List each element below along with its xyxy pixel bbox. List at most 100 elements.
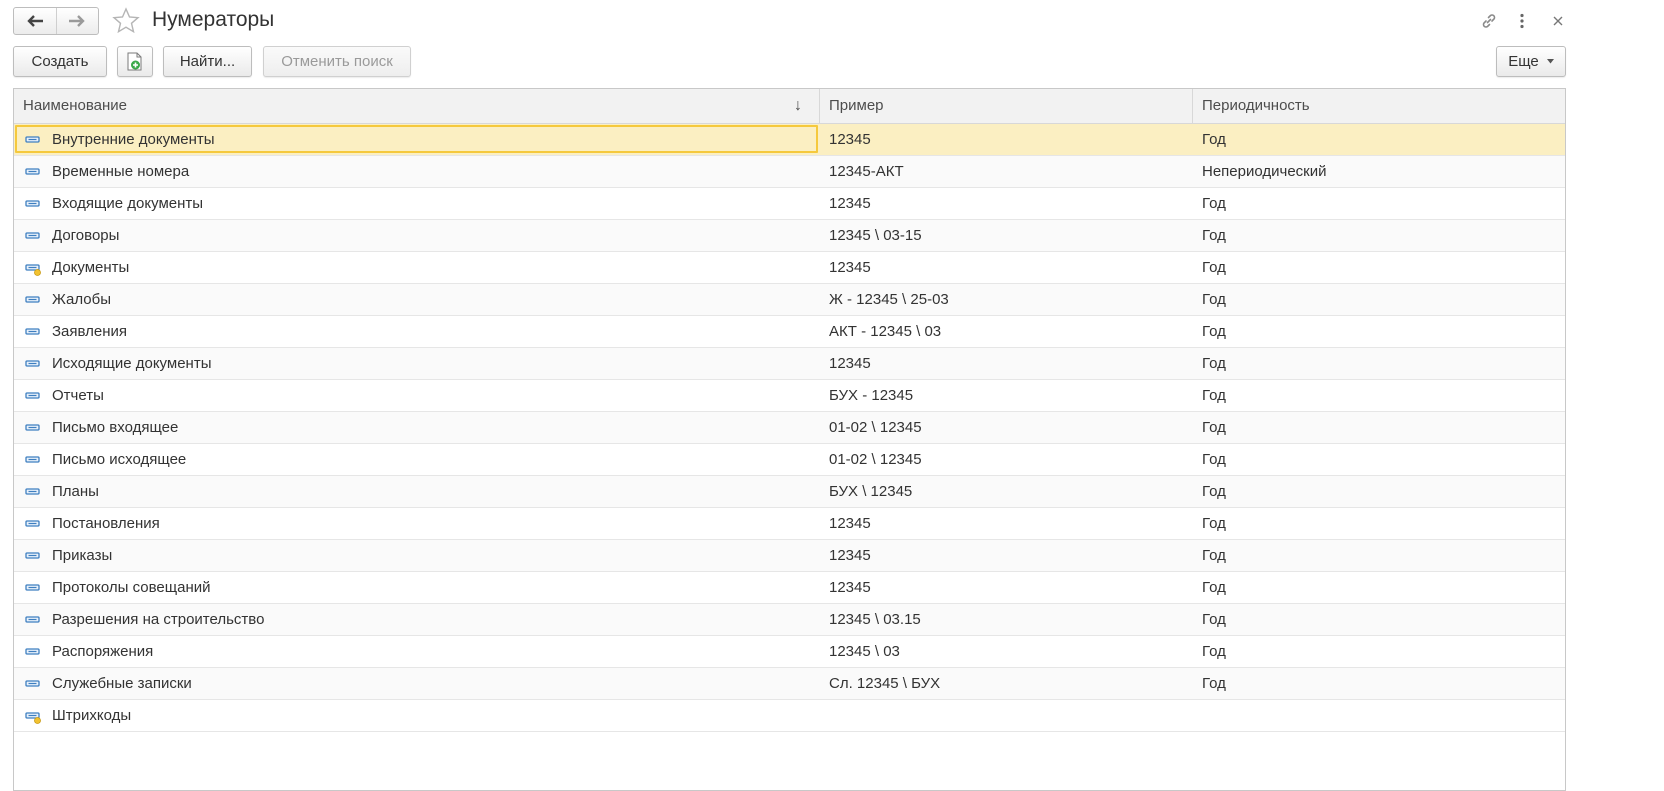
- row-name-cell[interactable]: Штрихкоды: [52, 700, 131, 731]
- element-icon: [25, 328, 40, 335]
- row-period-cell[interactable]: Год: [1202, 252, 1226, 283]
- row-name-cell[interactable]: Внутренние документы: [52, 124, 215, 155]
- row-name-cell[interactable]: Договоры: [52, 220, 119, 251]
- row-name-cell[interactable]: Документы: [52, 252, 129, 283]
- column-header-name[interactable]: Наименование: [23, 89, 127, 123]
- element-icon: [25, 488, 40, 495]
- row-period-cell[interactable]: Год: [1202, 604, 1226, 635]
- table-row[interactable]: Заявления АКТ - 12345 \ 03 Год: [14, 316, 1565, 348]
- row-example-cell[interactable]: 12345 \ 03: [829, 636, 900, 667]
- row-example-cell[interactable]: 12345-АКТ: [829, 156, 904, 187]
- row-name-cell[interactable]: Разрешения на строительство: [52, 604, 264, 635]
- row-example-cell[interactable]: 12345: [829, 572, 871, 603]
- link-icon[interactable]: [1478, 10, 1500, 32]
- row-name-cell[interactable]: Планы: [52, 476, 99, 507]
- more-vertical-icon[interactable]: [1511, 10, 1533, 32]
- row-period-cell[interactable]: Год: [1202, 380, 1226, 411]
- element-icon: [25, 552, 40, 559]
- row-example-cell[interactable]: 12345: [829, 252, 871, 283]
- row-example-cell[interactable]: 12345 \ 03-15: [829, 220, 922, 251]
- row-example-cell[interactable]: Сл. 12345 \ БУХ: [829, 668, 940, 699]
- row-name-cell[interactable]: Распоряжения: [52, 636, 153, 667]
- row-period-cell[interactable]: Год: [1202, 188, 1226, 219]
- row-period-cell[interactable]: Год: [1202, 476, 1226, 507]
- table-row[interactable]: Входящие документы 12345 Год: [14, 188, 1565, 220]
- back-button[interactable]: [14, 8, 56, 34]
- more-button[interactable]: Еще: [1496, 46, 1566, 77]
- table-row[interactable]: Планы БУХ \ 12345 Год: [14, 476, 1565, 508]
- row-example-cell[interactable]: 12345: [829, 508, 871, 539]
- table-row[interactable]: Внутренние документы 12345 Год: [14, 124, 1565, 156]
- row-period-cell[interactable]: Год: [1202, 124, 1226, 155]
- table-row[interactable]: Распоряжения 12345 \ 03 Год: [14, 636, 1565, 668]
- close-icon[interactable]: [1547, 10, 1569, 32]
- element-icon: [25, 520, 40, 527]
- row-example-cell[interactable]: Ж - 12345 \ 25-03: [829, 284, 949, 315]
- row-name-cell[interactable]: Заявления: [52, 316, 127, 347]
- create-button-label: Создать: [31, 53, 89, 70]
- row-period-cell[interactable]: Год: [1202, 540, 1226, 571]
- table-row[interactable]: Служебные записки Сл. 12345 \ БУХ Год: [14, 668, 1565, 700]
- row-name-cell[interactable]: Протоколы совещаний: [52, 572, 211, 603]
- table-row[interactable]: Постановления 12345 Год: [14, 508, 1565, 540]
- cancel-search-button-label: Отменить поиск: [281, 53, 393, 70]
- element-icon: [25, 296, 40, 303]
- row-period-cell[interactable]: Год: [1202, 284, 1226, 315]
- table-row[interactable]: Исходящие документы 12345 Год: [14, 348, 1565, 380]
- row-name-cell[interactable]: Письмо исходящее: [52, 444, 186, 475]
- table-row[interactable]: Временные номера 12345-АКТ Непериодический: [14, 156, 1565, 188]
- row-example-cell[interactable]: 01-02 \ 12345: [829, 444, 922, 475]
- column-header-period[interactable]: Периодичность: [1202, 89, 1310, 123]
- table-row[interactable]: Протоколы совещаний 12345 Год: [14, 572, 1565, 604]
- table-row[interactable]: Письмо входящее 01-02 \ 12345 Год: [14, 412, 1565, 444]
- row-period-cell[interactable]: Непериодический: [1202, 156, 1326, 187]
- row-example-cell[interactable]: 12345: [829, 188, 871, 219]
- row-period-cell[interactable]: Год: [1202, 348, 1226, 379]
- row-name-cell[interactable]: Временные номера: [52, 156, 189, 187]
- row-name-cell[interactable]: Отчеты: [52, 380, 104, 411]
- row-name-cell[interactable]: Жалобы: [52, 284, 111, 315]
- row-example-cell[interactable]: БУХ \ 12345: [829, 476, 912, 507]
- row-name-cell[interactable]: Постановления: [52, 508, 160, 539]
- table-row[interactable]: Жалобы Ж - 12345 \ 25-03 Год: [14, 284, 1565, 316]
- row-period-cell[interactable]: Год: [1202, 316, 1226, 347]
- row-period-cell[interactable]: Год: [1202, 508, 1226, 539]
- row-name-cell[interactable]: Входящие документы: [52, 188, 203, 219]
- row-period-cell[interactable]: Год: [1202, 668, 1226, 699]
- find-button[interactable]: Найти...: [163, 46, 252, 77]
- row-example-cell[interactable]: АКТ - 12345 \ 03: [829, 316, 941, 347]
- row-example-cell[interactable]: 12345: [829, 540, 871, 571]
- element-icon: [25, 168, 40, 175]
- arrow-left-icon: [27, 15, 43, 27]
- row-period-cell[interactable]: Год: [1202, 444, 1226, 475]
- row-period-cell[interactable]: Год: [1202, 412, 1226, 443]
- row-name-cell[interactable]: Исходящие документы: [52, 348, 211, 379]
- row-period-cell[interactable]: Год: [1202, 572, 1226, 603]
- table-row[interactable]: Разрешения на строительство 12345 \ 03.15…: [14, 604, 1565, 636]
- row-name-cell[interactable]: Приказы: [52, 540, 112, 571]
- create-copy-button[interactable]: [117, 46, 153, 77]
- table-row[interactable]: Документы 12345 Год: [14, 252, 1565, 284]
- element-icon: [25, 680, 40, 687]
- row-name-cell[interactable]: Письмо входящее: [52, 412, 178, 443]
- cancel-search-button[interactable]: Отменить поиск: [263, 46, 411, 77]
- column-header-example[interactable]: Пример: [829, 89, 884, 123]
- table-row[interactable]: Штрихкоды: [14, 700, 1565, 732]
- favorite-star-icon[interactable]: [112, 7, 140, 35]
- create-button[interactable]: Создать: [13, 46, 107, 77]
- element-icon: [25, 136, 40, 143]
- row-period-cell[interactable]: Год: [1202, 220, 1226, 251]
- row-period-cell[interactable]: Год: [1202, 636, 1226, 667]
- row-example-cell[interactable]: 12345: [829, 124, 871, 155]
- row-example-cell[interactable]: 12345: [829, 348, 871, 379]
- row-example-cell[interactable]: 01-02 \ 12345: [829, 412, 922, 443]
- table-row[interactable]: Отчеты БУХ - 12345 Год: [14, 380, 1565, 412]
- row-example-cell[interactable]: 12345 \ 03.15: [829, 604, 921, 635]
- forward-button[interactable]: [55, 8, 99, 34]
- table-row[interactable]: Письмо исходящее 01-02 \ 12345 Год: [14, 444, 1565, 476]
- table-header: Наименование ↓ Пример Периодичность: [14, 89, 1565, 124]
- table-row[interactable]: Приказы 12345 Год: [14, 540, 1565, 572]
- table-row[interactable]: Договоры 12345 \ 03-15 Год: [14, 220, 1565, 252]
- row-example-cell[interactable]: БУХ - 12345: [829, 380, 913, 411]
- row-name-cell[interactable]: Служебные записки: [52, 668, 192, 699]
